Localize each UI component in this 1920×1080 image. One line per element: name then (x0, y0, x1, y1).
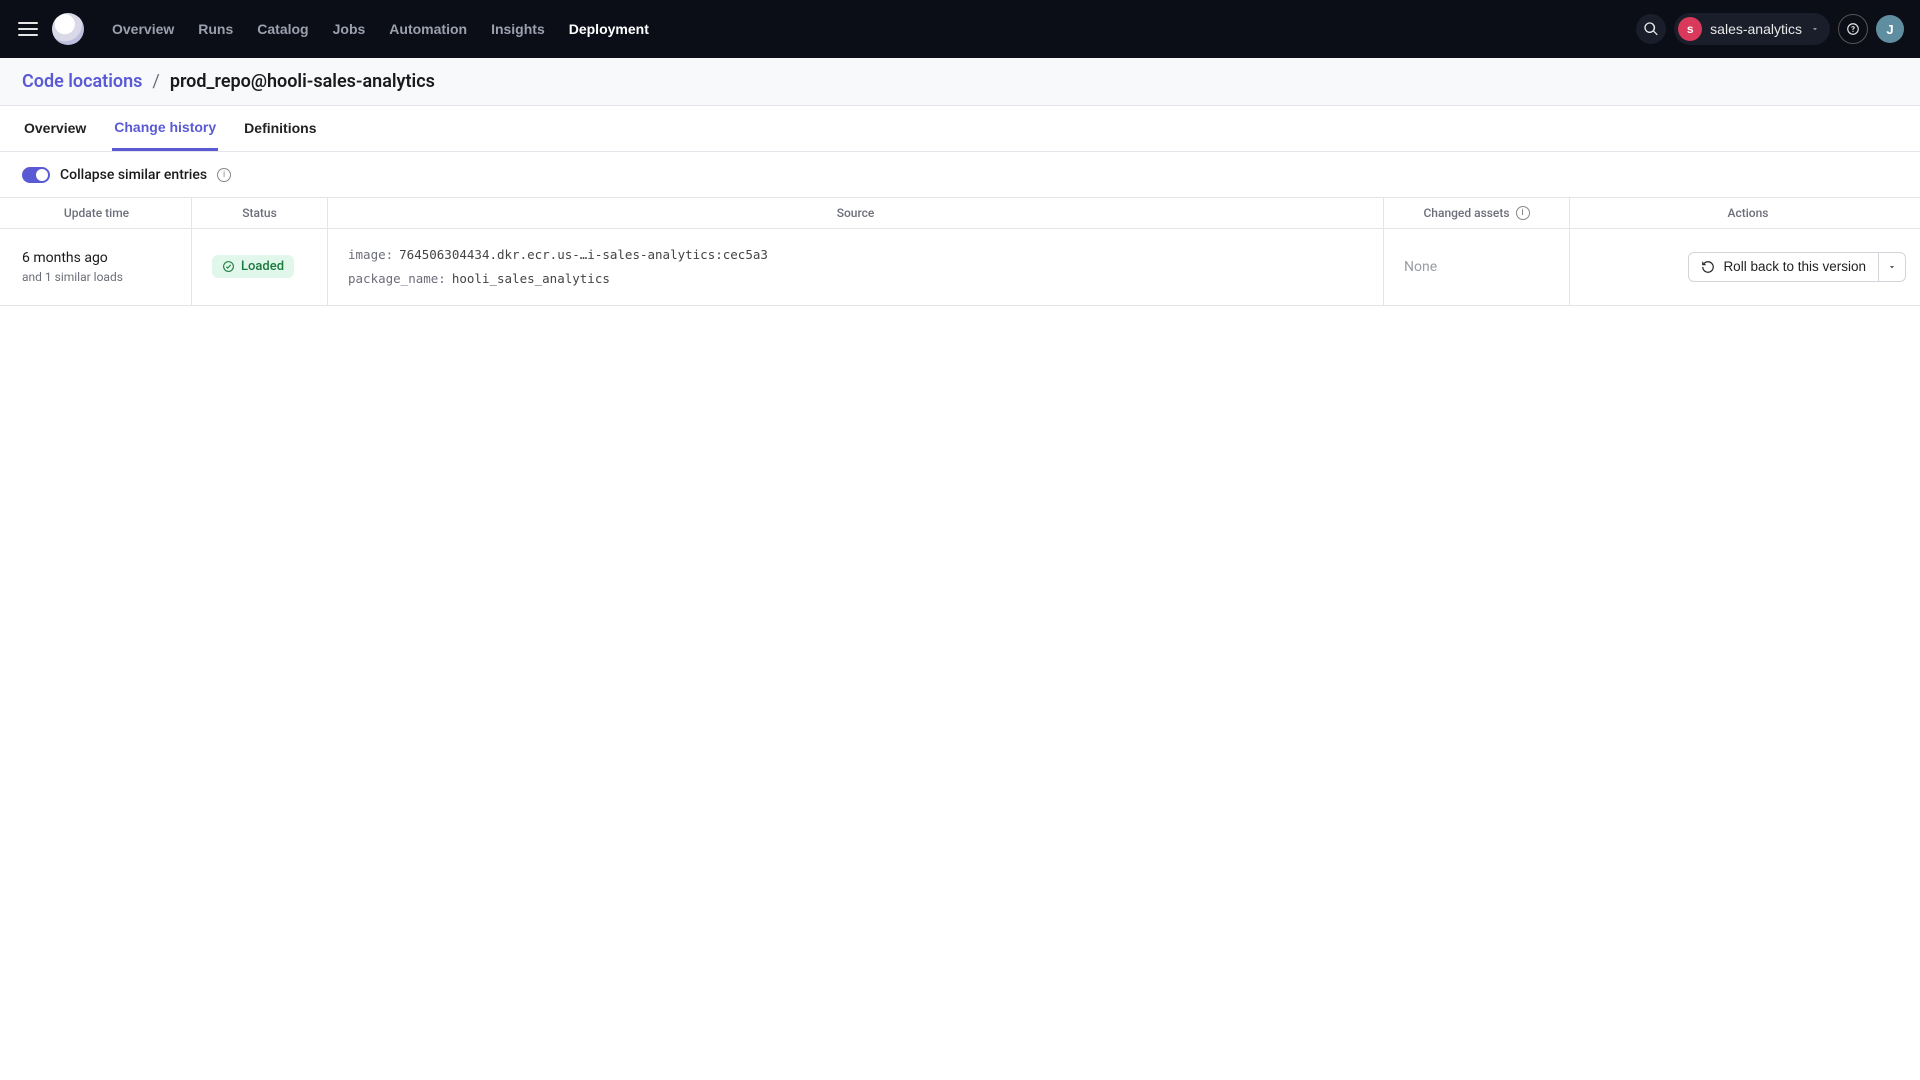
col-header-status: Status (192, 198, 328, 228)
check-circle-icon (222, 260, 235, 273)
controls-row: Collapse similar entries i (0, 152, 1920, 198)
nav-link-insights[interactable]: Insights (481, 13, 555, 45)
topbar: OverviewRunsCatalogJobsAutomationInsight… (0, 0, 1920, 58)
nav-link-overview[interactable]: Overview (102, 13, 184, 45)
help-icon (1846, 22, 1860, 36)
rollback-button[interactable]: Roll back to this version (1688, 252, 1878, 282)
col-header-source: Source (328, 198, 1384, 228)
breadcrumb-sep: / (152, 71, 159, 92)
tab-overview[interactable]: Overview (22, 106, 88, 151)
collapse-entries-label: Collapse similar entries (60, 167, 207, 183)
tab-change-history[interactable]: Change history (112, 106, 218, 151)
col-header-actions: Actions (1570, 198, 1920, 228)
nav-link-catalog[interactable]: Catalog (247, 13, 318, 45)
change-history-table: Update time Status Source Changed assets… (0, 198, 1920, 306)
table-row: 6 months ago and 1 similar loads Loaded … (0, 229, 1920, 306)
page-tabs: Overview Change history Definitions (0, 106, 1920, 152)
history-icon (1701, 260, 1715, 274)
rollback-caret-button[interactable] (1878, 252, 1906, 282)
info-icon[interactable]: i (1516, 206, 1530, 220)
nav-link-jobs[interactable]: Jobs (323, 13, 376, 45)
help-button[interactable] (1838, 14, 1868, 44)
user-avatar[interactable]: J (1876, 15, 1904, 43)
update-time-main: 6 months ago (22, 250, 171, 266)
table-header-row: Update time Status Source Changed assets… (0, 198, 1920, 229)
source-image-val: 764506304434.dkr.ecr.us-…i-sales-analyti… (399, 243, 768, 267)
source-pkg-val: hooli_sales_analytics (452, 267, 610, 291)
source-pkg-key: package_name: (348, 267, 446, 291)
caret-down-icon (1887, 262, 1897, 272)
tab-definitions[interactable]: Definitions (242, 106, 318, 151)
workspace-name: sales-analytics (1710, 21, 1802, 37)
cell-source: image: 764506304434.dkr.ecr.us-…i-sales-… (328, 229, 1384, 305)
hamburger-icon (18, 22, 38, 36)
status-badge: Loaded (212, 255, 294, 278)
nav-link-automation[interactable]: Automation (379, 13, 477, 45)
logo-icon (52, 13, 84, 45)
top-nav: OverviewRunsCatalogJobsAutomationInsight… (102, 13, 659, 45)
col-header-update-time: Update time (0, 198, 192, 228)
cell-status: Loaded (192, 229, 328, 305)
breadcrumb-current: prod_repo@hooli-sales-analytics (170, 71, 435, 92)
collapse-entries-toggle[interactable] (22, 167, 50, 183)
breadcrumb-root-link[interactable]: Code locations (22, 71, 142, 92)
search-icon (1643, 21, 1659, 37)
changed-assets-none: None (1404, 259, 1549, 275)
cell-update-time: 6 months ago and 1 similar loads (0, 229, 192, 305)
menu-button[interactable] (12, 13, 44, 45)
breadcrumb: Code locations / prod_repo@hooli-sales-a… (0, 58, 1920, 106)
chevron-down-icon (1810, 24, 1820, 34)
workspace-avatar: s (1678, 17, 1702, 41)
nav-link-deployment[interactable]: Deployment (559, 13, 659, 45)
source-image-key: image: (348, 243, 393, 267)
info-icon[interactable]: i (217, 168, 231, 182)
nav-link-runs[interactable]: Runs (188, 13, 243, 45)
search-button[interactable] (1636, 14, 1666, 44)
workspace-selector[interactable]: s sales-analytics (1674, 13, 1830, 45)
update-time-sub: and 1 similar loads (22, 270, 171, 284)
col-header-changed-assets: Changed assets i (1384, 198, 1570, 228)
cell-actions: Roll back to this version (1570, 229, 1920, 305)
cell-changed-assets: None (1384, 229, 1570, 305)
